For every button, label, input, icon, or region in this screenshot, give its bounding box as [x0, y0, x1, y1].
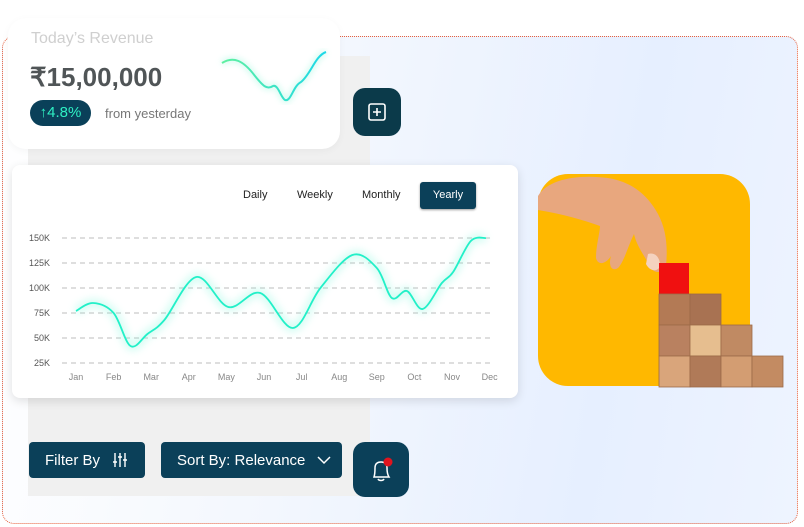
x-tick-label: Jan — [69, 372, 84, 382]
notifications-button[interactable] — [353, 442, 409, 497]
change-label: from yesterday — [105, 106, 191, 121]
sort-dropdown[interactable]: Sort By: Relevance — [161, 442, 342, 478]
x-tick-label: May — [218, 372, 236, 382]
plus-square-icon — [368, 103, 386, 121]
revenue-card: Today’s Revenue ₹15,00,000 ↑4.8% from ye… — [8, 18, 340, 149]
revenue-sparkline — [220, 49, 328, 104]
y-tick-label: 75K — [34, 308, 50, 318]
series-line — [75, 236, 487, 348]
filter-button[interactable]: Filter By — [29, 442, 145, 478]
x-tick-label: Apr — [182, 372, 196, 382]
series-line-glow — [74, 233, 487, 351]
chevron-down-icon — [317, 456, 331, 465]
bell-icon — [372, 457, 393, 481]
x-tick-label: Aug — [331, 372, 347, 382]
x-tick-label: Oct — [407, 372, 422, 382]
line-chart: 150K 125K 100K 75K 50K 25K Jan Feb Mar Apr May Jun J… — [29, 233, 499, 382]
revenue-amount: ₹15,00,000 — [30, 62, 163, 92]
y-tick-label: 125K — [29, 258, 50, 268]
x-tick-label: Mar — [143, 372, 159, 382]
filter-label: Filter By — [45, 451, 101, 469]
x-tick-label: Feb — [106, 372, 122, 382]
sort-label: Sort By: Relevance — [177, 451, 306, 469]
revenue-title: Today’s Revenue — [31, 30, 154, 47]
x-tick-label: Nov — [444, 372, 461, 382]
y-tick-label: 25K — [34, 358, 50, 368]
sliders-icon — [113, 453, 128, 467]
x-tick-label: Dec — [482, 372, 499, 382]
y-tick-label: 150K — [29, 233, 50, 243]
notification-dot — [383, 457, 393, 466]
y-tick-label: 100K — [29, 283, 50, 293]
stacking-blocks-image — [538, 174, 784, 388]
y-tick-label: 50K — [34, 333, 50, 343]
x-tick-label: Sep — [369, 372, 385, 382]
change-badge: ↑4.8% — [30, 100, 91, 126]
x-tick-label: Jun — [257, 372, 272, 382]
add-button[interactable] — [353, 88, 401, 136]
revenue-chart-card: Daily Weekly Monthly Yearly 150K 125K 100K… — [12, 165, 518, 398]
x-tick-label: Jul — [296, 372, 308, 382]
